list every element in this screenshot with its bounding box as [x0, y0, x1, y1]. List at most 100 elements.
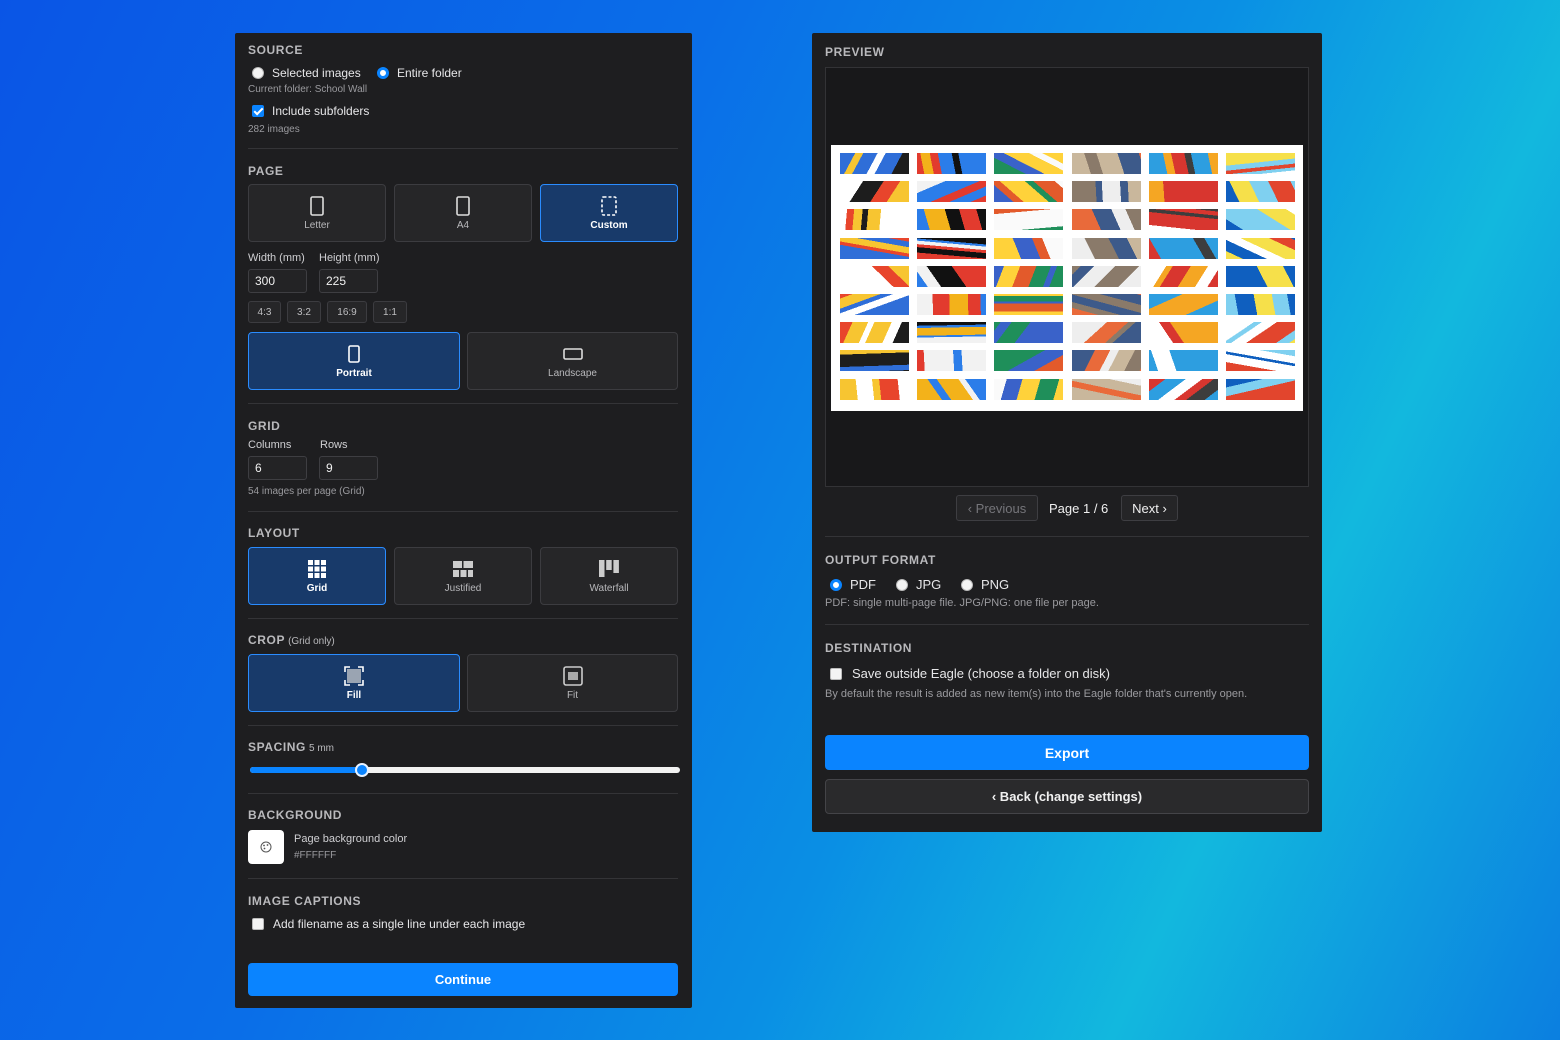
save-outside-checkbox[interactable]: Save outside Eagle (choose a folder on d… [830, 666, 1110, 681]
preview-thumbnail [917, 209, 987, 231]
previous-page-button[interactable]: ‹ Previous [956, 495, 1038, 521]
back-button[interactable]: ‹ Back (change settings) [825, 779, 1309, 814]
captions-checkbox[interactable]: Add filename as a single line under each… [252, 917, 525, 931]
crop-title-text: CROP [248, 633, 286, 647]
spacing-title-text: SPACING [248, 740, 306, 754]
width-input[interactable]: 300 [248, 269, 307, 293]
checkbox-box[interactable] [830, 667, 842, 680]
crop-fit[interactable]: Fit [467, 654, 678, 712]
preview-thumbnail [1148, 350, 1218, 372]
next-page-button[interactable]: Next › [1121, 495, 1178, 521]
grid-summary: 54 images per page (Grid) [248, 486, 365, 497]
custom-size-icon [601, 195, 617, 217]
orientation-portrait[interactable]: Portrait [248, 332, 460, 390]
page-size-custom[interactable]: Custom [540, 184, 678, 242]
orientation-landscape[interactable]: Landscape [467, 332, 678, 390]
palette-icon [260, 841, 272, 853]
preview-thumbnail [994, 322, 1064, 344]
format-png-radio[interactable]: PNG [961, 577, 1009, 592]
radio-entire-folder[interactable]: Entire folder [377, 66, 462, 80]
landscape-icon [562, 343, 583, 365]
preview-thumbnail [1148, 181, 1218, 203]
radio-label: JPG [916, 577, 942, 592]
rows-label: Rows [320, 439, 348, 451]
option-label: A4 [456, 220, 470, 231]
checkbox-box[interactable] [252, 105, 264, 117]
preview-thumbnail [1071, 237, 1141, 259]
radio-circle[interactable] [252, 67, 264, 79]
preview-thumbnail [994, 350, 1064, 372]
radio-label: Entire folder [397, 66, 462, 80]
radio-circle[interactable] [377, 67, 389, 79]
settings-panel: SOURCE Selected images Entire folder Cur… [235, 33, 692, 1008]
page-size-a4[interactable]: A4 [394, 184, 532, 242]
preview-thumbnail [994, 237, 1064, 259]
height-input[interactable]: 225 [319, 269, 378, 293]
columns-input[interactable]: 6 [248, 456, 307, 480]
export-button[interactable]: Export [825, 735, 1309, 770]
rows-input[interactable]: 9 [319, 456, 378, 480]
captions-title: IMAGE CAPTIONS [248, 894, 362, 908]
radio-label: PDF [850, 577, 876, 592]
checkbox-box[interactable] [252, 918, 264, 930]
layout-grid[interactable]: Grid [248, 547, 386, 605]
preview-thumbnail [1148, 378, 1218, 400]
checkbox-label: Add filename as a single line under each… [273, 917, 526, 931]
preview-thumbnail [840, 350, 909, 372]
option-label: Portrait [336, 368, 372, 379]
fit-icon [562, 665, 583, 687]
preview-thumbnail [917, 265, 987, 287]
height-label: Height (mm) [319, 252, 380, 264]
preview-thumbnail [1071, 294, 1141, 315]
background-title: BACKGROUND [248, 808, 342, 822]
source-title: SOURCE [248, 43, 303, 57]
divider [248, 618, 678, 619]
crop-fill[interactable]: Fill [248, 654, 460, 712]
page-size-letter[interactable]: Letter [248, 184, 386, 242]
ratio-3-2-button[interactable]: 3:2 [287, 301, 321, 323]
radio-selected-images[interactable]: Selected images [252, 66, 361, 80]
radio-circle[interactable] [830, 578, 842, 591]
include-subfolders-checkbox[interactable]: Include subfolders [252, 104, 369, 118]
background-label: Page background color [294, 833, 408, 845]
preview-thumbnail [1071, 209, 1141, 231]
continue-button[interactable]: Continue [248, 963, 678, 996]
preview-thumbnail [1071, 322, 1141, 344]
columns-label: Columns [248, 439, 292, 451]
preview-thumbnail [994, 181, 1064, 203]
ratio-4-3-button[interactable]: 4:3 [248, 301, 281, 323]
divider [248, 793, 678, 794]
preview-thumbnail [917, 153, 987, 174]
preview-thumbnail [1226, 209, 1295, 231]
option-label: Justified [444, 583, 482, 594]
preview-thumbnail [840, 265, 909, 287]
preview-thumbnail [1226, 378, 1295, 400]
radio-circle[interactable] [896, 578, 908, 591]
spacing-title: SPACING 5 mm [248, 740, 334, 754]
portrait-page-icon [310, 195, 324, 217]
format-jpg-radio[interactable]: JPG [896, 577, 941, 592]
layout-waterfall[interactable]: Waterfall [540, 547, 678, 605]
ratio-1-1-button[interactable]: 1:1 [373, 301, 407, 323]
format-pdf-radio[interactable]: PDF [830, 577, 876, 592]
preview-thumbnail [1071, 350, 1141, 372]
preview-thumbnail [1226, 237, 1295, 259]
divider [248, 725, 678, 726]
layout-justified[interactable]: Justified [394, 547, 532, 605]
option-label: Grid [306, 583, 328, 594]
color-swatch[interactable] [248, 830, 284, 864]
preview-thumbnail [1071, 153, 1141, 174]
preview-thumbnail [1071, 378, 1141, 400]
preview-thumbnail [917, 237, 987, 259]
option-label: Fill [346, 690, 362, 701]
preview-thumbnail [840, 294, 909, 315]
preview-thumbnail [1148, 265, 1218, 287]
spacing-slider[interactable] [250, 763, 680, 777]
slider-thumb[interactable] [354, 763, 369, 777]
portrait-page-icon [456, 195, 470, 217]
radio-circle[interactable] [961, 578, 973, 591]
output-hint: PDF: single multi-page file. JPG/PNG: on… [825, 597, 1099, 609]
preview-thumbnail [1148, 294, 1218, 315]
ratio-16-9-button[interactable]: 16:9 [327, 301, 367, 323]
preview-thumbnail [840, 378, 909, 400]
